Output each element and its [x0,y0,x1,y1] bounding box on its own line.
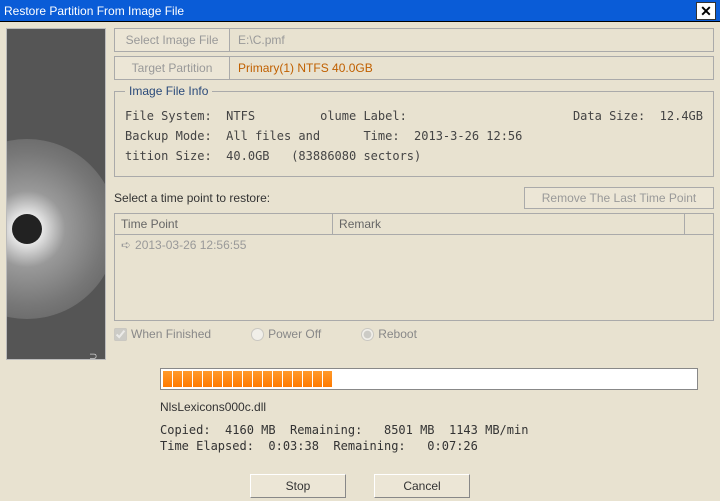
image-file-info-legend: Image File Info [125,84,212,98]
time-point-value: 2013-03-26 12:56:55 [135,238,246,252]
progress-segment [593,371,602,387]
checkbox-icon[interactable] [114,328,127,341]
progress-bar [160,368,698,390]
progress-segment [583,371,592,387]
power-off-radio[interactable]: Power Off [251,327,321,341]
image-file-info-group: Image File Info File System: NTFS olume … [114,84,714,177]
content-area: PARTITIONGURU Select Image File E:\C.pmf… [0,22,720,360]
progress-segment [393,371,402,387]
col-time-point: Time Point [115,214,333,234]
progress-segment [463,371,472,387]
when-finished-checkbox[interactable]: When Finished [114,327,211,341]
radio-icon[interactable] [251,328,264,341]
progress-segment [323,371,332,387]
progress-segment [353,371,362,387]
col-spacer [685,214,713,234]
stop-button[interactable]: Stop [250,474,346,498]
progress-segment [453,371,462,387]
progress-segment [653,371,662,387]
progress-segment [503,371,512,387]
arrow-right-icon: ➪ [121,238,131,252]
progress-segment [523,371,532,387]
progress-segment [213,371,222,387]
info-line-3: tition Size: 40.0GB (83886080 sectors) [125,146,703,166]
progress-segment [473,371,482,387]
progress-stats: Copied: 4160 MB Remaining: 8501 MB 1143 … [160,422,706,454]
progress-segment [283,371,292,387]
progress-segment [403,371,412,387]
progress-segment [423,371,432,387]
progress-segment [433,371,442,387]
title-bar: Restore Partition From Image File ✕ [0,0,720,22]
cancel-button[interactable]: Cancel [374,474,470,498]
progress-segment [493,371,502,387]
info-line-1: File System: NTFS olume Label: Data Size… [125,106,703,126]
progress-segment [193,371,202,387]
select-image-file-button[interactable]: Select Image File [114,28,230,52]
progress-segment [443,371,452,387]
col-remark: Remark [333,214,685,234]
target-partition-button[interactable]: Target Partition [114,56,230,80]
progress-segment [623,371,632,387]
target-partition-field: Primary(1) NTFS 40.0GB [230,56,714,80]
progress-segment [543,371,552,387]
progress-segment [243,371,252,387]
progress-segment [233,371,242,387]
image-path-field: E:\C.pmf [230,28,714,52]
progress-segment [373,371,382,387]
progress-segment [173,371,182,387]
progress-segment [363,371,372,387]
progress-segment [333,371,342,387]
radio-icon[interactable] [361,328,374,341]
progress-segment [633,371,642,387]
finish-options: When Finished Power Off Reboot [114,327,714,341]
main-panel: Select Image File E:\C.pmf Target Partit… [106,28,714,360]
progress-segment [303,371,312,387]
select-time-point-label: Select a time point to restore: [114,191,524,205]
progress-segment [383,371,392,387]
progress-segment [253,371,262,387]
remove-last-time-point-button[interactable]: Remove The Last Time Point [524,187,714,209]
progress-segment [573,371,582,387]
progress-segment [643,371,652,387]
time-point-grid[interactable]: Time Point Remark ➪ 2013-03-26 12:56:55 [114,213,714,321]
progress-segment [513,371,522,387]
progress-segment [273,371,282,387]
progress-segment [553,371,562,387]
table-row[interactable]: ➪ 2013-03-26 12:56:55 [115,235,713,255]
progress-segment [483,371,492,387]
progress-segment [343,371,352,387]
info-line-2: Backup Mode: All files and Time: 2013-3-… [125,126,703,146]
reboot-radio[interactable]: Reboot [361,327,417,341]
current-file-label: NlsLexicons000c.dll [160,400,706,414]
progress-segment [263,371,272,387]
progress-segment [603,371,612,387]
brand-text: PARTITIONGURU [89,353,99,360]
progress-segment [163,371,172,387]
window-title: Restore Partition From Image File [4,4,696,18]
progress-segment [313,371,322,387]
progress-segment [563,371,572,387]
progress-segment [183,371,192,387]
footer-buttons: Stop Cancel [0,474,720,498]
progress-segment [203,371,212,387]
progress-segment [533,371,542,387]
close-button[interactable]: ✕ [696,2,716,20]
progress-segment [413,371,422,387]
progress-segment [293,371,302,387]
disk-illustration: PARTITIONGURU [6,28,106,360]
progress-segment [613,371,622,387]
progress-segment [223,371,232,387]
grid-header: Time Point Remark [115,214,713,235]
